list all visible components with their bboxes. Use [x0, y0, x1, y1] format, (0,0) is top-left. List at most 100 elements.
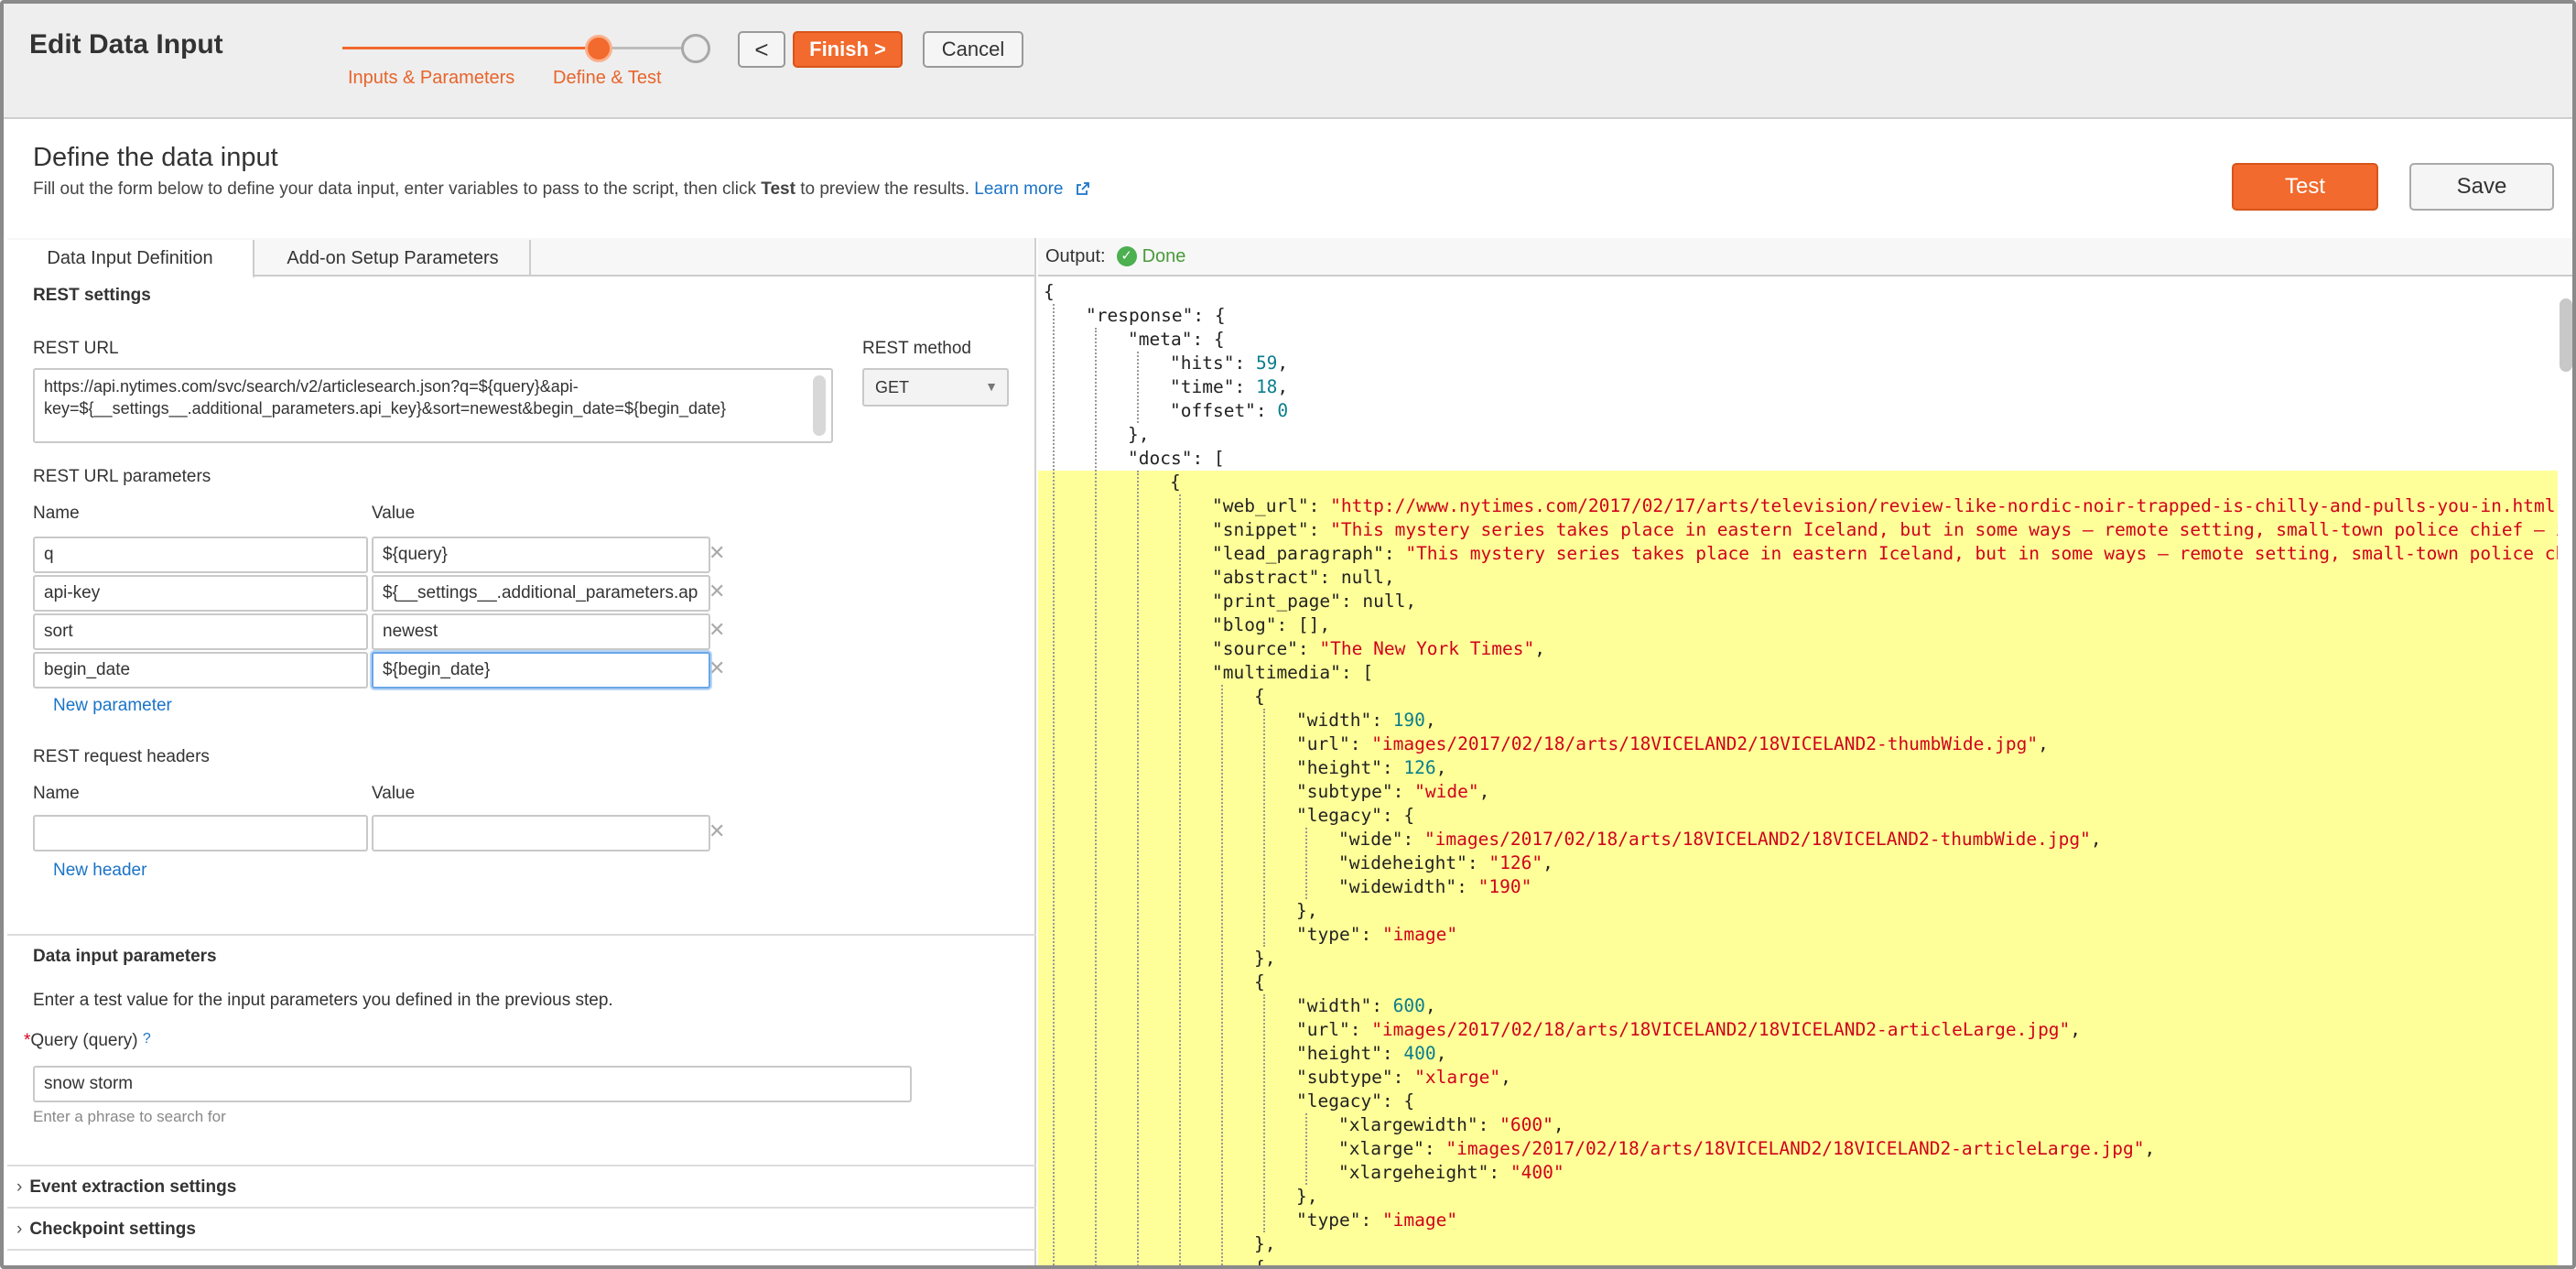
- url-scrollbar[interactable]: [813, 375, 826, 436]
- param-value-column: Value: [372, 504, 416, 523]
- check-circle-icon: ✓: [1116, 246, 1137, 266]
- json-line: "print_page": null,: [1038, 590, 2558, 613]
- checkpoint-settings-label: Checkpoint settings: [29, 1220, 196, 1239]
- step-label-inputs[interactable]: Inputs & Parameters: [348, 68, 514, 89]
- json-line: "source": "The New York Times",: [1038, 637, 2558, 661]
- json-line: "docs": [: [1128, 448, 1225, 469]
- rest-method-value: GET: [875, 377, 910, 396]
- indent-guide: [1263, 994, 1265, 1232]
- json-line: "multimedia": [: [1038, 661, 2558, 685]
- chevron-right-icon: ›: [16, 1220, 23, 1239]
- step-active-dot[interactable]: [585, 35, 612, 62]
- save-button[interactable]: Save: [2409, 163, 2554, 211]
- json-line: "url": "images/2017/02/18/arts/18VICELAN…: [1038, 1018, 2558, 1042]
- json-line: },: [1038, 1232, 2558, 1256]
- json-line: "time": 18,: [1170, 376, 1289, 397]
- indent-guide: [1137, 471, 1139, 1265]
- json-line: "abstract": null,: [1038, 566, 2558, 590]
- rest-headers-label: REST request headers: [33, 747, 210, 766]
- param-value-input[interactable]: ${query}: [372, 537, 710, 573]
- remove-param-icon[interactable]: ✕: [709, 541, 725, 565]
- json-line: "hits": 59,: [1170, 352, 1289, 374]
- json-output[interactable]: {"response": {"meta": {"hits": 59, "time"…: [1038, 278, 2558, 1265]
- json-line: "xlargewidth": "600",: [1038, 1113, 2558, 1137]
- output-panel: Output: ✓ Done {"response": {"meta": {"h…: [1038, 238, 2572, 1265]
- remove-param-icon[interactable]: ✕: [709, 656, 725, 680]
- indent-guide: [1179, 494, 1181, 1265]
- learn-more-link[interactable]: Learn more: [974, 179, 1063, 199]
- chevron-left-icon: <: [754, 35, 769, 63]
- step-label-define[interactable]: Define & Test: [553, 68, 662, 89]
- query-hint: Enter a phrase to search for: [33, 1108, 226, 1125]
- remove-param-icon[interactable]: ✕: [709, 580, 725, 603]
- json-line: {: [1038, 1256, 2558, 1265]
- param-name-input[interactable]: api-key: [33, 575, 368, 612]
- test-button[interactable]: Test: [2232, 163, 2378, 211]
- data-input-params-title: Data input parameters: [33, 947, 217, 966]
- event-extraction-toggle[interactable]: › Event extraction settings: [16, 1177, 236, 1198]
- stepper-remaining: [603, 47, 686, 49]
- remove-param-icon[interactable]: ✕: [709, 618, 725, 642]
- divider: [7, 934, 1036, 936]
- status-badge: Done: [1142, 245, 1186, 266]
- step-next-dot[interactable]: [681, 34, 710, 63]
- new-header-link[interactable]: New header: [53, 861, 146, 881]
- json-line: },: [1038, 947, 2558, 971]
- rest-settings-title: REST settings: [33, 286, 151, 305]
- json-line: },: [1038, 1185, 2558, 1209]
- checkpoint-settings-toggle[interactable]: › Checkpoint settings: [16, 1220, 196, 1240]
- desc-bold: Test: [761, 179, 796, 199]
- desc-text-end: to preview the results.: [795, 179, 975, 199]
- remove-header-icon[interactable]: ✕: [709, 819, 725, 843]
- back-button[interactable]: <: [738, 31, 785, 68]
- param-name-input[interactable]: sort: [33, 613, 368, 650]
- tab-data-input-definition[interactable]: Data Input Definition: [7, 240, 254, 278]
- divider: [7, 1165, 1036, 1166]
- json-line: "snippet": "This mystery series takes pl…: [1038, 518, 2558, 542]
- json-line: {: [1038, 971, 2558, 994]
- json-line: "width": 190,: [1038, 709, 2558, 732]
- indent-guide: [1137, 352, 1139, 423]
- param-value-input[interactable]: ${begin_date}: [372, 652, 710, 689]
- output-label: Output:: [1045, 245, 1106, 266]
- json-line: "offset": 0: [1170, 400, 1289, 421]
- json-line: "wideheight": "126",: [1038, 851, 2558, 875]
- param-value-input[interactable]: newest: [372, 613, 710, 650]
- query-input[interactable]: snow storm: [33, 1066, 912, 1102]
- chevron-right-icon: ›: [16, 1177, 23, 1197]
- output-scrollbar[interactable]: [2560, 289, 2572, 1265]
- indent-guide: [1221, 685, 1223, 1265]
- json-line: {: [1044, 281, 1055, 302]
- rest-url-field[interactable]: https://api.nytimes.com/svc/search/v2/ar…: [33, 368, 833, 443]
- param-name-input[interactable]: begin_date: [33, 652, 368, 689]
- header-name-input[interactable]: [33, 815, 368, 851]
- external-link-icon[interactable]: [1076, 181, 1090, 196]
- param-value-input[interactable]: ${__settings__.additional_parameters.ap: [372, 575, 710, 612]
- json-line: "xlargeheight": "400": [1038, 1161, 2558, 1185]
- data-input-params-desc: Enter a test value for the input paramet…: [33, 991, 613, 1010]
- section-title: Define the data input: [33, 143, 278, 172]
- indent-guide: [1053, 304, 1055, 1265]
- json-line: "widewidth": "190": [1038, 875, 2558, 899]
- json-line: "web_url": "http://www.nytimes.com/2017/…: [1038, 494, 2558, 518]
- json-line: "lead_paragraph": "This mystery series t…: [1038, 542, 2558, 566]
- json-line: "url": "images/2017/02/18/arts/18VICELAN…: [1038, 732, 2558, 756]
- indent-guide: [1305, 1113, 1307, 1185]
- cancel-button[interactable]: Cancel: [923, 31, 1023, 68]
- json-line: },: [1038, 899, 2558, 923]
- event-extraction-label: Event extraction settings: [29, 1177, 237, 1197]
- tab-addon-setup-parameters[interactable]: Add-on Setup Parameters: [256, 240, 531, 277]
- json-line: "legacy": {: [1038, 1090, 2558, 1113]
- rest-method-select[interactable]: GET ▼: [862, 368, 1009, 407]
- json-line: },: [1128, 424, 1150, 445]
- header-value-input[interactable]: [372, 815, 710, 851]
- finish-button[interactable]: Finish >: [793, 31, 903, 68]
- header: Edit Data Input Inputs & Parameters Defi…: [4, 4, 2572, 119]
- scrollbar-thumb[interactable]: [2560, 298, 2572, 372]
- help-icon[interactable]: ?: [143, 1031, 151, 1047]
- json-line: "legacy": {: [1038, 804, 2558, 828]
- desc-text: Fill out the form below to define your d…: [33, 179, 762, 199]
- new-parameter-link[interactable]: New parameter: [53, 696, 172, 716]
- param-name-input[interactable]: q: [33, 537, 368, 573]
- rest-method-label: REST method: [862, 339, 971, 358]
